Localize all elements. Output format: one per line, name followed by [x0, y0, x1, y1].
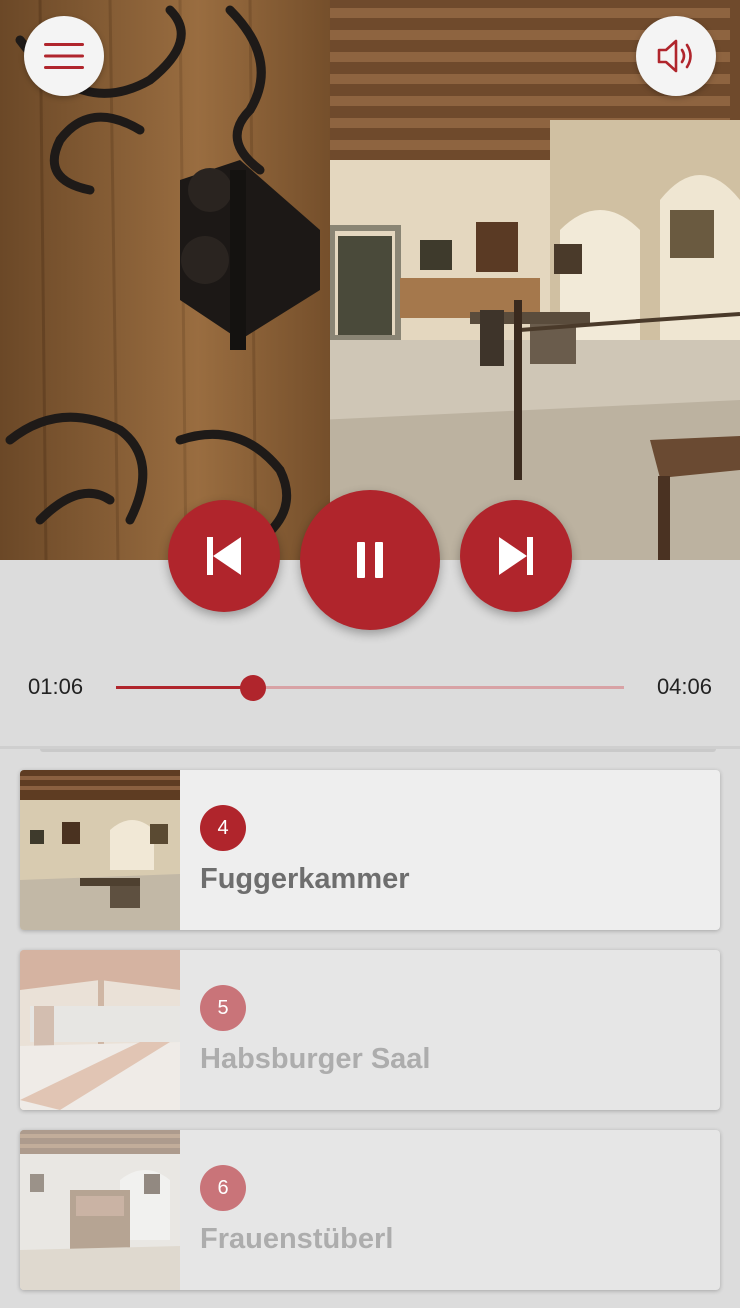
station-card-6[interactable]: 6 Frauenstüberl — [20, 1130, 720, 1290]
speaker-icon — [657, 39, 692, 73]
station-title: Habsburger Saal — [200, 1043, 431, 1075]
station-number: 4 — [200, 805, 246, 851]
pause-icon — [357, 542, 383, 578]
station-title: Fuggerkammer — [200, 863, 410, 895]
station-number: 5 — [200, 985, 246, 1031]
next-button[interactable] — [460, 500, 572, 612]
station-card-4[interactable]: 4 Fuggerkammer — [20, 770, 720, 930]
thumbnail-veil — [20, 950, 180, 1110]
station-card-5[interactable]: 5 Habsburger Saal — [20, 950, 720, 1110]
current-time: 01:06 — [28, 674, 84, 699]
previous-button[interactable] — [168, 500, 280, 612]
station-number: 6 — [200, 1165, 246, 1211]
pause-button[interactable] — [300, 490, 440, 630]
previous-card-edge — [40, 749, 716, 752]
progress-thumb[interactable] — [240, 675, 266, 701]
castle-room-illustration — [0, 0, 740, 560]
progress-fill — [116, 686, 253, 689]
skip-previous-icon — [207, 537, 241, 575]
hamburger-icon — [44, 43, 84, 69]
progress-track[interactable] — [116, 686, 624, 689]
station-title: Frauenstüberl — [200, 1223, 394, 1255]
total-time: 04:06 — [656, 674, 712, 699]
thumbnail-veil — [20, 1130, 180, 1290]
menu-button[interactable] — [24, 16, 104, 96]
sound-button[interactable] — [636, 16, 716, 96]
hero-image — [0, 0, 740, 560]
station-thumbnail — [20, 770, 180, 930]
skip-next-icon — [499, 537, 533, 575]
